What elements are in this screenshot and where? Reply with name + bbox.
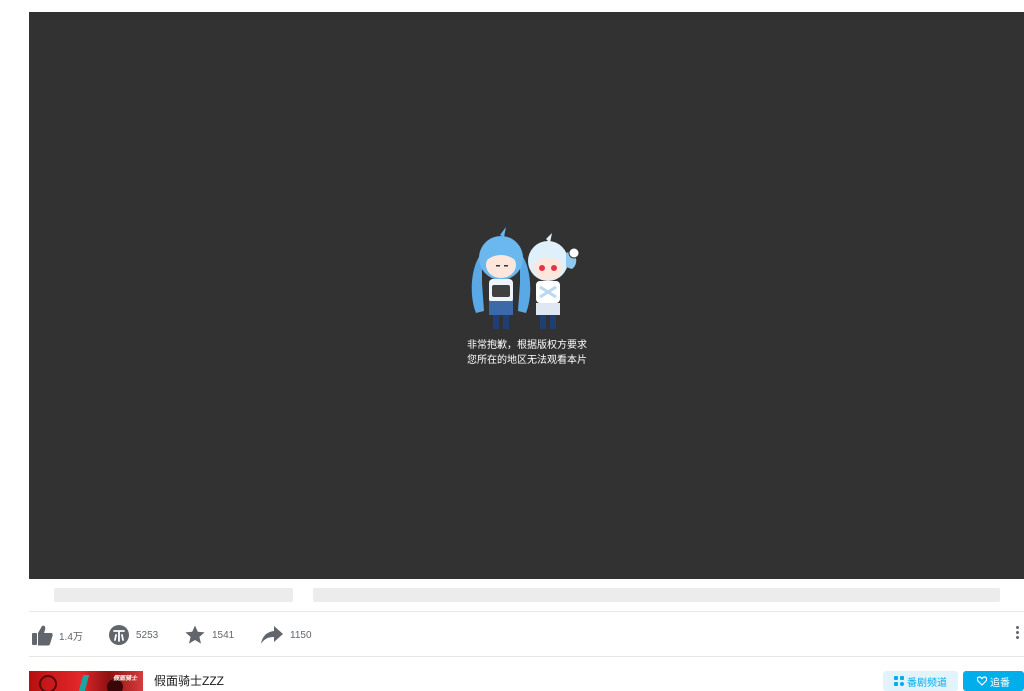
player-control-placeholder (29, 579, 1024, 612)
share-count: 1150 (290, 629, 312, 641)
video-player[interactable]: 非常抱歉，根据版权方要求 您所在的地区无法观看本片 (29, 12, 1024, 579)
cover-tag: 假面骑士 (112, 676, 137, 682)
share-icon (261, 626, 283, 644)
skeleton-bar (313, 588, 1000, 602)
favorite-icon (185, 625, 205, 644)
notice-line-2: 您所在的地区无法观看本片 (467, 355, 587, 366)
heart-icon (977, 676, 987, 686)
notice-line-1: 非常抱歉，根据版权方要求 (467, 340, 587, 351)
video-toolbar: 1.4万 5253 1541 1150 (29, 612, 1024, 657)
coin-button[interactable]: 5253 (108, 624, 158, 646)
mascot-right (528, 233, 580, 329)
coin-icon (109, 625, 129, 645)
mascot-illustration (471, 227, 580, 329)
follow-button-label: 追番 (990, 677, 1010, 689)
series-title[interactable]: 假面骑士ZZZ (154, 672, 224, 689)
coin-count: 5253 (136, 629, 159, 641)
region-restriction-notice: 非常抱歉，根据版权方要求 您所在的地区无法观看本片 (427, 338, 627, 368)
favorite-button[interactable]: 1541 (184, 624, 234, 646)
channel-button-label: 番剧频道 (907, 677, 947, 689)
like-button[interactable]: 1.4万 (31, 624, 83, 646)
more-icon[interactable] (1014, 626, 1020, 642)
like-count: 1.4万 (59, 631, 83, 643)
skeleton-bar (54, 588, 293, 602)
channel-button[interactable]: 番剧频道 (883, 671, 958, 691)
share-button[interactable]: 1150 (260, 624, 312, 646)
follow-button[interactable]: 追番 (963, 671, 1024, 691)
favorite-count: 1541 (212, 629, 235, 641)
mascot-left (471, 227, 531, 329)
series-info: 假面骑士 假面骑士ZZZ 番剧频道 追番 (29, 671, 1024, 691)
like-icon (32, 625, 53, 646)
channel-icon (894, 676, 904, 686)
series-cover[interactable]: 假面骑士 (29, 671, 143, 691)
